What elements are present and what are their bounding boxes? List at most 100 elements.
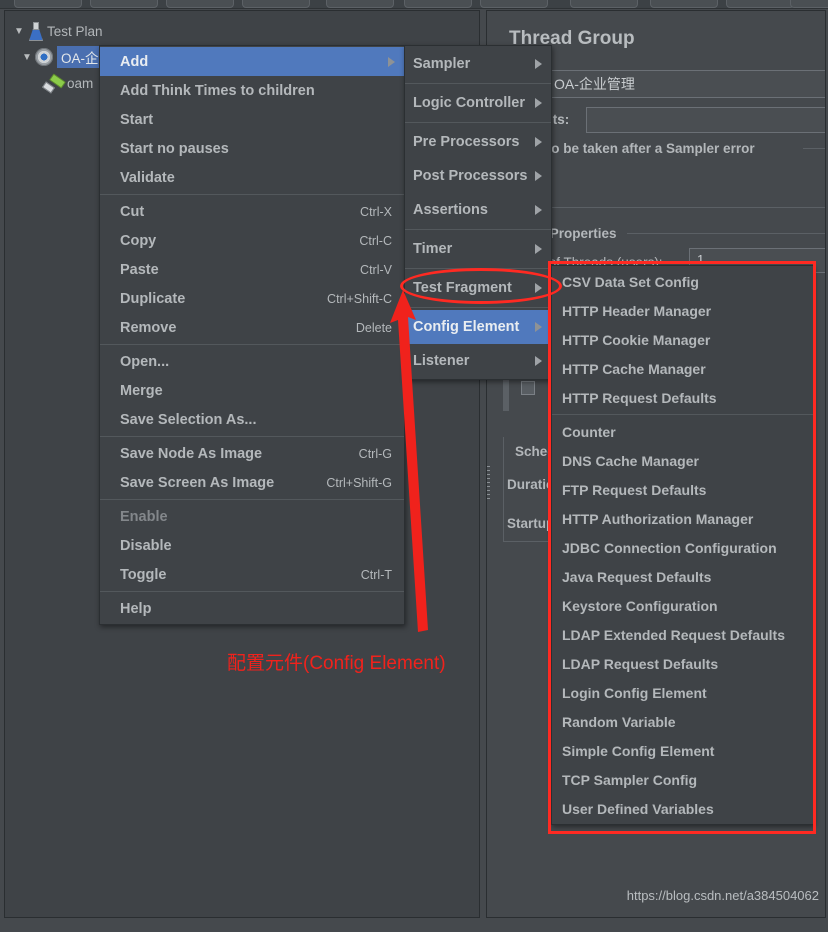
menu-item-csv-data-set-config[interactable]: CSV Data Set Config xyxy=(552,267,813,296)
menu-item-start-no-pauses[interactable]: Start no pauses xyxy=(100,134,404,163)
chevron-right-icon xyxy=(535,59,542,69)
menu-item-cut[interactable]: Cut Ctrl-X xyxy=(100,197,404,226)
menu-item-logic-controller[interactable]: Logic Controller xyxy=(405,86,551,120)
menu-item-label: HTTP Cookie Manager xyxy=(562,331,711,348)
toolbar-button[interactable] xyxy=(242,0,310,8)
jmeter-window: ▼ Test Plan ▼ OA-企业管理 oam Thread Group N… xyxy=(0,0,828,932)
menu-item-config-element[interactable]: Config Element xyxy=(405,310,551,344)
toolbar-button[interactable] xyxy=(790,0,828,8)
menu-item-label: Help xyxy=(120,600,152,617)
chevron-right-icon xyxy=(535,137,542,147)
toolbar-button[interactable] xyxy=(726,0,794,8)
menu-item-label: Start xyxy=(120,111,154,128)
menu-item-login-config-element[interactable]: Login Config Element xyxy=(552,678,813,707)
menu-item-http-authorization-manager[interactable]: HTTP Authorization Manager xyxy=(552,504,813,533)
menu-item-start[interactable]: Start xyxy=(100,105,404,134)
menu-item-paste[interactable]: Paste Ctrl-V xyxy=(100,255,404,284)
menu-item-label: Pre Processors xyxy=(413,134,520,150)
same-user-checkbox[interactable] xyxy=(521,381,535,395)
menu-item-add-think-times-to-children[interactable]: Add Think Times to children xyxy=(100,76,404,105)
add-submenu[interactable]: Sampler Logic Controller Pre Processors Pos… xyxy=(404,45,552,380)
menu-item-keystore-configuration[interactable]: Keystore Configuration xyxy=(552,591,813,620)
config-element-submenu[interactable]: CSV Data Set Config HTTP Header Manager HT… xyxy=(551,265,814,825)
menu-item-simple-config-element[interactable]: Simple Config Element xyxy=(552,736,813,765)
menu-item-label: Timer xyxy=(413,241,453,257)
menu-item-save-node-as-image[interactable]: Save Node As Image Ctrl-G xyxy=(100,439,404,468)
menu-item-open[interactable]: Open... xyxy=(100,347,404,376)
menu-item-shortcut: Ctrl+Shift-C xyxy=(327,291,392,306)
menu-item-label: Save Selection As... xyxy=(120,411,257,428)
menu-separator xyxy=(405,83,551,84)
menu-item-random-variable[interactable]: Random Variable xyxy=(552,707,813,736)
menu-item-label: JDBC Connection Configuration xyxy=(562,539,777,556)
menu-item-java-request-defaults[interactable]: Java Request Defaults xyxy=(552,562,813,591)
tree-node-test-plan[interactable]: ▼ Test Plan xyxy=(11,19,103,43)
split-handle[interactable] xyxy=(487,466,490,500)
menu-item-add[interactable]: Add xyxy=(100,47,404,76)
pen-icon xyxy=(43,75,63,91)
menu-item-shortcut: Ctrl-V xyxy=(360,262,392,277)
menu-item-http-cache-manager[interactable]: HTTP Cache Manager xyxy=(552,354,813,383)
menu-item-label: Test Fragment xyxy=(413,280,512,296)
toolbar-button[interactable] xyxy=(480,0,548,8)
menu-item-save-selection-as[interactable]: Save Selection As... xyxy=(100,405,404,434)
menu-item-ldap-extended-request-defaults[interactable]: LDAP Extended Request Defaults xyxy=(552,620,813,649)
comments-input[interactable] xyxy=(586,107,825,133)
menu-item-label: Cut xyxy=(120,203,145,220)
chevron-right-icon xyxy=(535,283,542,293)
toolbar-button[interactable] xyxy=(570,0,638,8)
menu-item-save-screen-as-image[interactable]: Save Screen As Image Ctrl+Shift-G xyxy=(100,468,404,497)
group-divider xyxy=(803,148,825,149)
menu-item-shortcut: Ctrl-T xyxy=(360,567,392,582)
menu-item-jdbc-connection-configuration[interactable]: JDBC Connection Configuration xyxy=(552,533,813,562)
menu-item-post-processors[interactable]: Post Processors xyxy=(405,159,551,193)
menu-item-pre-processors[interactable]: Pre Processors xyxy=(405,125,551,159)
menu-item-http-cookie-manager[interactable]: HTTP Cookie Manager xyxy=(552,325,813,354)
menu-item-label: Add Think Times to children xyxy=(120,82,315,99)
menu-item-enable[interactable]: Enable xyxy=(100,502,404,531)
menu-item-shortcut: Ctrl-C xyxy=(359,233,392,248)
toolbar-button[interactable] xyxy=(650,0,718,8)
node-context-menu[interactable]: Add Add Think Times to children Start Start… xyxy=(99,45,405,625)
menu-item-help[interactable]: Help xyxy=(100,594,404,623)
menu-item-shortcut: Delete xyxy=(355,320,392,335)
toolbar-button[interactable] xyxy=(14,0,82,8)
menu-item-ldap-request-defaults[interactable]: LDAP Request Defaults xyxy=(552,649,813,678)
menu-item-dns-cache-manager[interactable]: DNS Cache Manager xyxy=(552,446,813,475)
menu-item-disable[interactable]: Disable xyxy=(100,531,404,560)
menu-item-label: Logic Controller xyxy=(413,95,525,111)
chevron-down-icon[interactable]: ▼ xyxy=(19,52,35,63)
menu-item-listener[interactable]: Listener xyxy=(405,344,551,378)
chevron-right-icon xyxy=(535,244,542,254)
menu-item-tcp-sampler-config[interactable]: TCP Sampler Config xyxy=(552,765,813,794)
toolbar-button[interactable] xyxy=(166,0,234,8)
menu-separator xyxy=(100,499,404,500)
menu-item-label: Duplicate xyxy=(120,290,186,307)
menu-item-copy[interactable]: Copy Ctrl-C xyxy=(100,226,404,255)
menu-item-duplicate[interactable]: Duplicate Ctrl+Shift-C xyxy=(100,284,404,313)
name-input[interactable]: OA-企业管理 xyxy=(545,70,825,98)
menu-item-label: Disable xyxy=(120,537,172,554)
chevron-down-icon[interactable]: ▼ xyxy=(11,26,27,37)
menu-item-timer[interactable]: Timer xyxy=(405,232,551,266)
menu-item-test-fragment[interactable]: Test Fragment xyxy=(405,271,551,305)
menu-item-user-defined-variables[interactable]: User Defined Variables xyxy=(552,794,813,823)
menu-item-http-header-manager[interactable]: HTTP Header Manager xyxy=(552,296,813,325)
menu-item-assertions[interactable]: Assertions xyxy=(405,193,551,227)
tree-node-oam[interactable]: oam xyxy=(43,71,93,95)
menu-item-validate[interactable]: Validate xyxy=(100,163,404,192)
menu-item-ftp-request-defaults[interactable]: FTP Request Defaults xyxy=(552,475,813,504)
toolbar-button[interactable] xyxy=(326,0,394,8)
menu-item-label: Save Node As Image xyxy=(120,445,263,462)
toolbar-button[interactable] xyxy=(90,0,158,8)
menu-item-sampler[interactable]: Sampler xyxy=(405,47,551,81)
menu-item-merge[interactable]: Merge xyxy=(100,376,404,405)
menu-item-shortcut: Ctrl-G xyxy=(358,446,392,461)
menu-item-http-request-defaults[interactable]: HTTP Request Defaults xyxy=(552,383,813,412)
chevron-right-icon xyxy=(388,56,395,67)
menu-item-toggle[interactable]: Toggle Ctrl-T xyxy=(100,560,404,589)
toolbar-button[interactable] xyxy=(404,0,472,8)
menu-item-remove[interactable]: Remove Delete xyxy=(100,313,404,342)
gear-icon xyxy=(33,46,55,68)
menu-item-counter[interactable]: Counter xyxy=(552,417,813,446)
